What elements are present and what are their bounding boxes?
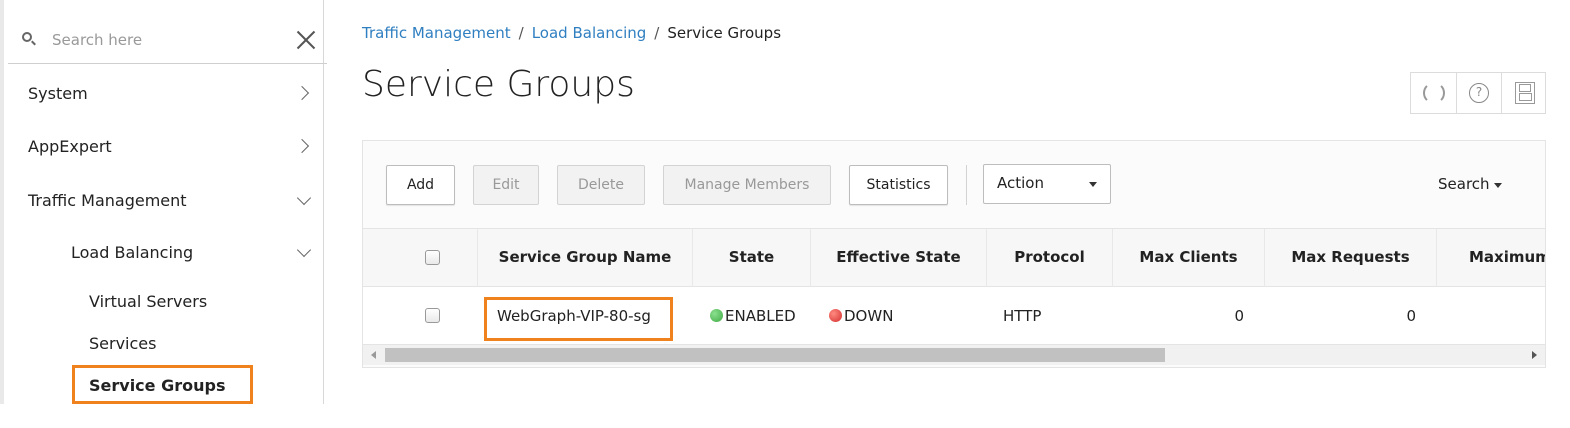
page-title: Service Groups: [362, 64, 635, 105]
help-icon: ?: [1469, 83, 1489, 103]
service-groups-table: Service Group Name State Effective State…: [363, 229, 1545, 367]
sidebar-item-services[interactable]: Services: [89, 334, 156, 353]
service-groups-panel: Add Edit Delete Manage Members Statistic…: [362, 140, 1546, 368]
cell-state: ENABLED: [710, 287, 796, 345]
sidebar-search-box: [8, 0, 327, 64]
refresh-icon: [1423, 82, 1445, 104]
sidebar-item-label: System: [28, 84, 88, 103]
sidebar-item-service-groups[interactable]: Service Groups: [89, 376, 225, 395]
column-header-state[interactable]: State: [692, 229, 810, 287]
column-header-protocol[interactable]: Protocol: [986, 229, 1112, 287]
column-header-max-requests[interactable]: Max Requests: [1264, 229, 1436, 287]
chevron-right-icon: [294, 85, 310, 101]
scroll-left-icon[interactable]: [371, 351, 376, 359]
add-button[interactable]: Add: [386, 165, 455, 205]
sidebar-item-load-balancing[interactable]: Load Balancing: [4, 233, 323, 273]
row-select-cell: [363, 287, 477, 345]
sidebar-item-system[interactable]: System: [4, 74, 323, 114]
horizontal-scrollbar[interactable]: [363, 345, 1545, 365]
breadcrumb-separator: /: [654, 24, 660, 42]
column-header-max-clients[interactable]: Max Clients: [1112, 229, 1264, 287]
search-toggle[interactable]: Search: [1438, 175, 1502, 193]
breadcrumb-link-load-balancing[interactable]: Load Balancing: [532, 24, 647, 42]
header-select-all-cell: [363, 229, 477, 287]
search-toggle-label: Search: [1438, 175, 1490, 193]
effective-state-value: DOWN: [844, 307, 894, 325]
cell-service-group-name[interactable]: WebGraph-VIP-80-sg: [497, 287, 651, 345]
cell-max-requests: 0: [1406, 307, 1416, 325]
action-dropdown-value: Action: [997, 174, 1044, 192]
manage-members-button[interactable]: Manage Members: [663, 165, 831, 205]
table-header: Service Group Name State Effective State…: [363, 229, 1545, 287]
column-header-maximum[interactable]: Maximum: [1436, 229, 1545, 287]
breadcrumb: Traffic Management / Load Balancing / Servic…: [362, 24, 781, 42]
chevron-down-icon: [296, 190, 312, 206]
column-header-effective-state[interactable]: Effective State: [810, 229, 986, 287]
cell-max-clients: 0: [1234, 307, 1244, 325]
sidebar-item-label: Load Balancing: [71, 243, 194, 262]
breadcrumb-current: Service Groups: [667, 24, 782, 42]
status-down-icon: [829, 309, 842, 322]
search-icon: [22, 32, 32, 42]
breadcrumb-link-traffic-management[interactable]: Traffic Management: [362, 24, 511, 42]
status-enabled-icon: [710, 309, 723, 322]
statistics-button[interactable]: Statistics: [849, 165, 948, 205]
cell-effective-state: DOWN: [829, 287, 893, 345]
help-button[interactable]: ?: [1456, 73, 1501, 113]
delete-button[interactable]: Delete: [557, 165, 645, 205]
state-value: ENABLED: [725, 307, 796, 325]
toolbar: Add Edit Delete Manage Members Statistic…: [363, 141, 1545, 229]
close-icon[interactable]: [295, 28, 317, 50]
sidebar-search-input[interactable]: [52, 26, 272, 54]
caret-down-icon: [1089, 182, 1097, 187]
sidebar-item-virtual-servers[interactable]: Virtual Servers: [89, 292, 207, 311]
save-icon: [1515, 82, 1535, 104]
header-tools: ?: [1410, 72, 1546, 114]
scrollbar-thumb[interactable]: [385, 348, 1165, 362]
chevron-right-icon: [294, 138, 310, 154]
save-config-button[interactable]: [1501, 73, 1546, 113]
toolbar-divider: [966, 165, 967, 205]
column-header-service-group-name[interactable]: Service Group Name: [477, 229, 692, 287]
sidebar-item-label: Traffic Management: [28, 191, 187, 210]
sidebar-item-label: AppExpert: [28, 137, 112, 156]
chevron-down-icon: [296, 242, 312, 258]
caret-down-icon: [1494, 183, 1502, 188]
scroll-right-icon[interactable]: [1532, 351, 1537, 359]
breadcrumb-separator: /: [518, 24, 524, 42]
sidebar-item-traffic-management[interactable]: Traffic Management: [4, 181, 323, 221]
action-dropdown[interactable]: Action: [983, 164, 1111, 204]
row-checkbox[interactable]: [425, 308, 440, 323]
sidebar-item-appexpert[interactable]: AppExpert: [4, 127, 323, 167]
edit-button[interactable]: Edit: [473, 165, 539, 205]
cell-protocol: HTTP: [1003, 307, 1042, 325]
table-row[interactable]: WebGraph-VIP-80-sg ENABLED DOWN HTTP 0 0: [363, 287, 1545, 345]
select-all-checkbox[interactable]: [425, 250, 440, 265]
refresh-button[interactable]: [1411, 73, 1456, 113]
